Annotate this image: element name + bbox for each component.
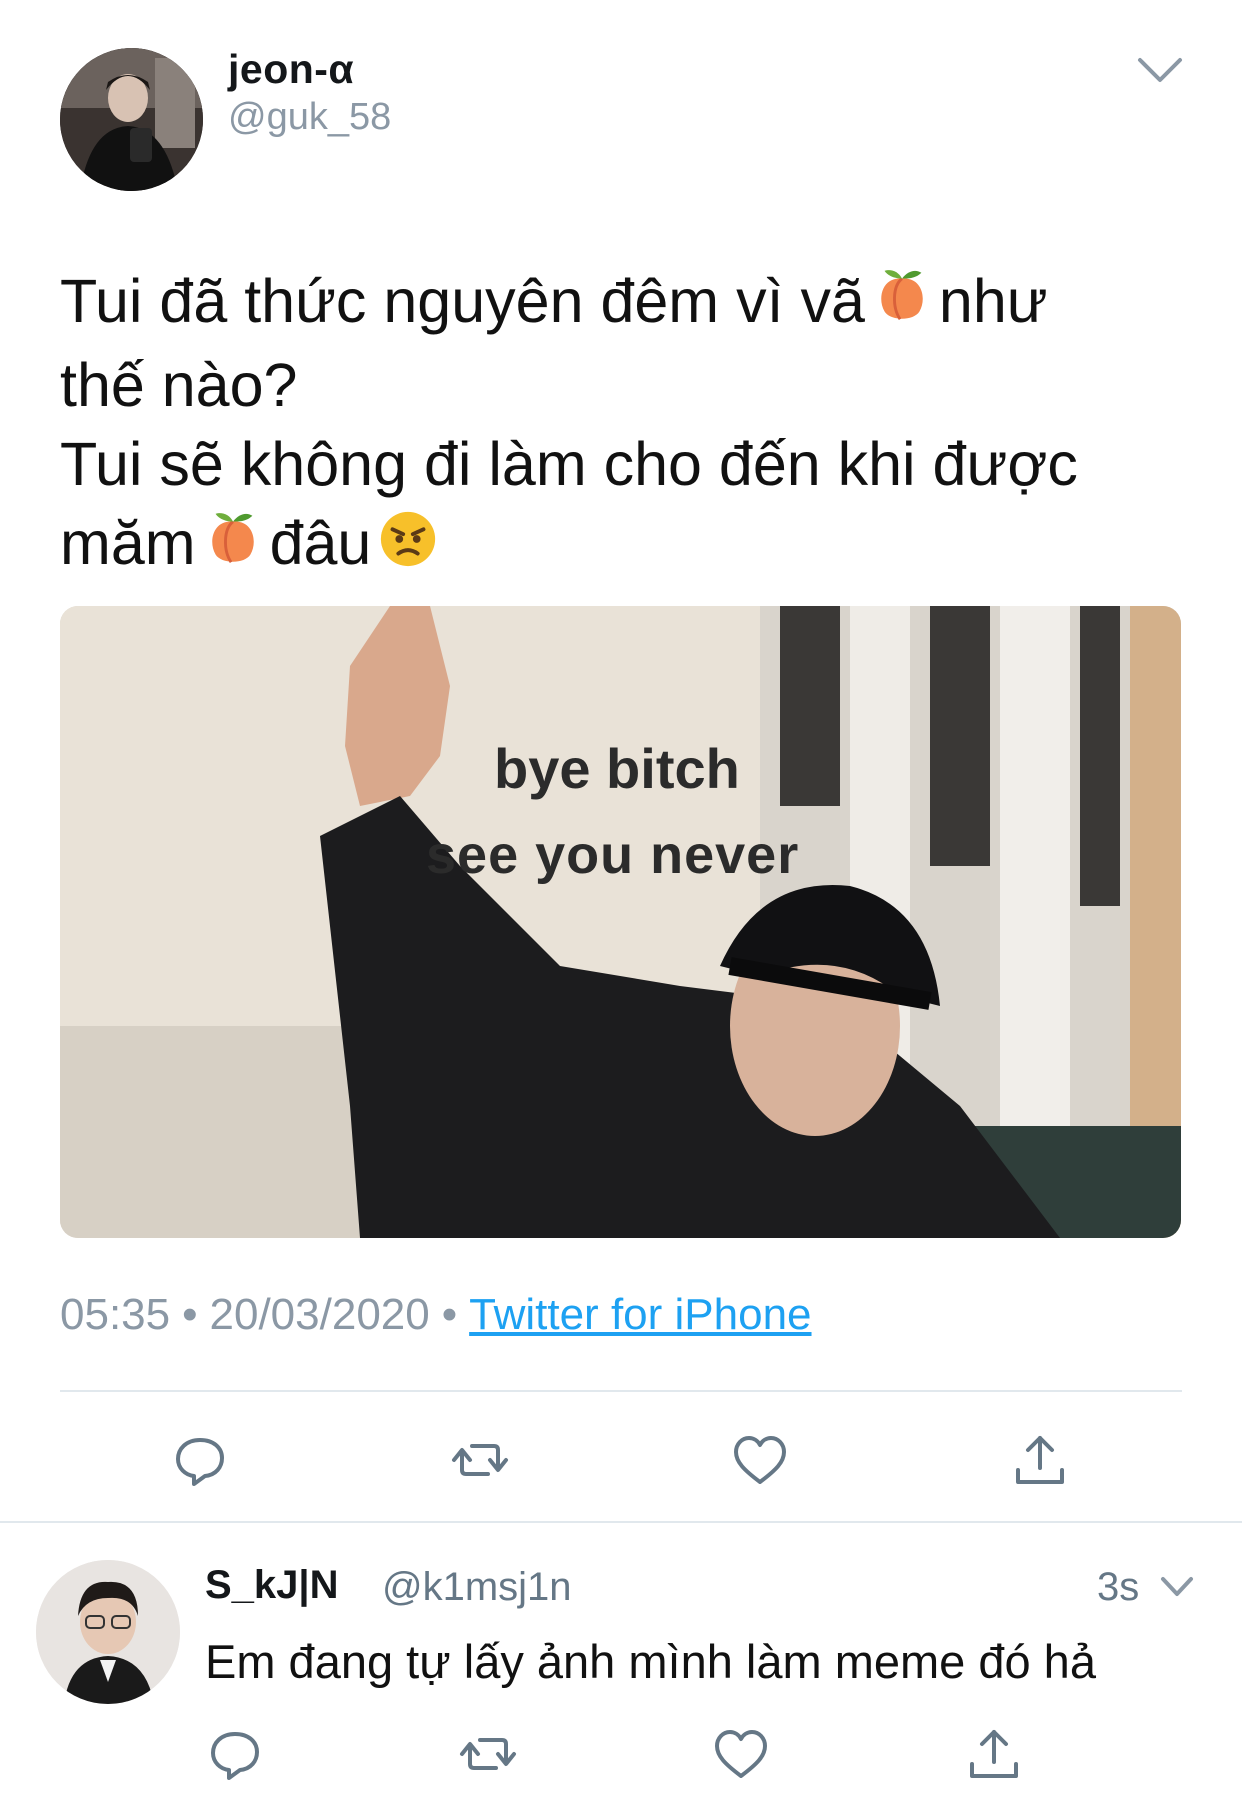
- tweet-text-segment: măm: [60, 509, 196, 578]
- author-handle[interactable]: @guk_58: [228, 96, 391, 139]
- reply-icon[interactable]: [205, 1724, 265, 1784]
- author-avatar[interactable]: [60, 48, 203, 191]
- reply-text: Em đang tự lấy ảnh mình làm meme đó hả: [205, 1635, 1096, 1688]
- reply-display-name[interactable]: S_kJ|N: [205, 1563, 339, 1608]
- divider: [60, 1390, 1182, 1392]
- chevron-down-icon[interactable]: [1132, 50, 1188, 90]
- reply-icon[interactable]: [170, 1430, 230, 1490]
- divider: [0, 1521, 1242, 1523]
- meme-caption-line: bye bitch: [494, 737, 740, 800]
- share-icon[interactable]: [1010, 1430, 1070, 1490]
- meme-caption-line: see you never: [426, 825, 800, 885]
- share-icon[interactable]: [964, 1724, 1024, 1784]
- tweet-text: Tui đã thức nguyên đêm vì vã như thế nào?…: [60, 262, 1190, 589]
- retweet-icon[interactable]: [458, 1724, 518, 1784]
- tweet-date: 20/03/2020: [209, 1290, 430, 1339]
- tweet-media-image[interactable]: bye bitch see you never: [60, 606, 1181, 1238]
- peach-emoji: [202, 508, 264, 589]
- meta-separator: •: [182, 1290, 198, 1339]
- like-icon[interactable]: [711, 1724, 771, 1784]
- tweet-text-line: măm đâu: [60, 504, 1190, 588]
- reply-timestamp: 3s: [1097, 1565, 1140, 1609]
- chevron-down-icon[interactable]: [1158, 1573, 1196, 1601]
- tweet-text-segment: đâu: [269, 509, 372, 578]
- tweet-text-segment: Tui đã thức nguyên đêm vì vã: [60, 267, 865, 335]
- reply-handle[interactable]: @k1msj1n: [382, 1565, 572, 1610]
- tweet-text-line: Tui đã thức nguyên đêm vì vã như: [60, 262, 1190, 346]
- tweet-text-line: thế nào?: [60, 351, 298, 420]
- author-display-name[interactable]: jeon-α: [228, 46, 354, 93]
- angry-face-emoji: [377, 508, 439, 589]
- source-link[interactable]: Twitter for iPhone: [469, 1290, 811, 1339]
- tweet-text-line: Tui sẽ không đi làm cho đến khi được: [60, 430, 1078, 499]
- like-icon[interactable]: [730, 1430, 790, 1490]
- meta-separator: •: [441, 1290, 458, 1339]
- retweet-icon[interactable]: [450, 1430, 510, 1490]
- tweet-time: 05:35: [60, 1290, 171, 1339]
- tweet-meta: 05:35 • 20/03/2020 • Twitter for iPhone: [60, 1290, 812, 1340]
- reply-author-avatar[interactable]: [36, 1560, 180, 1704]
- tweet-text-segment: như: [938, 267, 1048, 335]
- peach-emoji: [871, 265, 933, 346]
